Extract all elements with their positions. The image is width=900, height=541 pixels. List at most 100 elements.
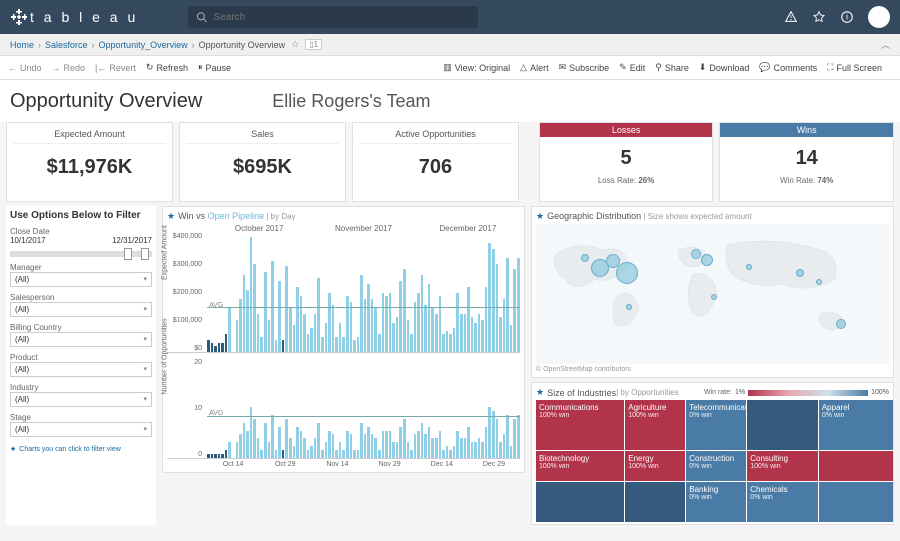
bar[interactable] [253,419,256,458]
bar[interactable] [300,431,303,458]
bar[interactable] [385,296,388,352]
bar[interactable] [278,281,281,352]
treemap-cell[interactable] [819,482,893,522]
bar[interactable] [481,442,484,458]
kpi-sales[interactable]: Sales $695K [179,122,346,202]
bar[interactable] [353,450,356,458]
bar[interactable] [346,296,349,352]
collapse-icon[interactable]: ︿ [881,38,890,51]
bar[interactable] [296,287,299,352]
bar[interactable] [513,419,516,458]
filter-billing[interactable]: (All)▾ [10,332,152,347]
bar-chart-amount[interactable]: $400,000$300,000$200,000$100,000$0 AVG [167,233,520,353]
bar[interactable] [246,431,249,458]
bar[interactable] [243,275,246,352]
treemap-cell[interactable] [625,482,685,522]
filter-stage[interactable]: (All)▾ [10,422,152,437]
bar[interactable] [385,431,388,458]
bar[interactable] [260,337,263,352]
bar[interactable] [474,323,477,353]
bar[interactable] [467,427,470,458]
treemap-cell[interactable]: Communications100% win [536,400,624,450]
treemap-cell[interactable]: Banking0% win [686,482,746,522]
treemap-cell[interactable]: Agriculture100% win [625,400,685,450]
bar[interactable] [417,293,420,352]
bc-salesforce[interactable]: Salesforce [45,40,88,50]
bar[interactable] [207,454,210,458]
bar[interactable] [371,434,374,458]
bar[interactable] [449,334,452,352]
filter-industry[interactable]: (All)▾ [10,392,152,407]
bar[interactable] [228,308,231,352]
bar[interactable] [325,323,328,353]
treemap-cell[interactable]: Consulting100% win [747,451,818,481]
bar[interactable] [218,454,221,458]
bar[interactable] [506,415,509,458]
bar[interactable] [328,431,331,458]
bar[interactable] [303,438,306,458]
bar[interactable] [350,434,353,458]
bar[interactable] [396,442,399,458]
bar[interactable] [392,442,395,458]
bar[interactable] [407,320,410,352]
bar[interactable] [268,442,271,458]
share-button[interactable]: ⚲ Share [655,62,689,73]
bar[interactable] [275,340,278,352]
bar[interactable] [485,287,488,352]
treemap-cell[interactable]: Telecommunications0% win [686,400,746,450]
treemap-cell[interactable] [819,451,893,481]
bar[interactable] [211,454,214,458]
avatar[interactable] [868,6,890,28]
bar[interactable] [403,269,406,352]
bar[interactable] [360,423,363,458]
bar[interactable] [456,293,459,352]
bar[interactable] [474,442,477,458]
bar[interactable] [346,431,349,458]
bar[interactable] [378,334,381,352]
bar[interactable] [496,419,499,458]
bar[interactable] [478,314,481,352]
bar[interactable] [410,334,413,352]
redo-button[interactable]: → Redo [52,63,86,73]
bar[interactable] [446,331,449,352]
bar[interactable] [357,450,360,458]
treemap-cell[interactable]: Biotechnology100% win [536,451,624,481]
bar[interactable] [275,450,278,458]
bar[interactable] [246,290,249,352]
bar[interactable] [293,446,296,458]
bar[interactable] [321,450,324,458]
bar[interactable] [442,334,445,352]
bar[interactable] [285,266,288,352]
bar[interactable] [428,427,431,458]
bar[interactable] [342,337,345,352]
bar[interactable] [374,438,377,458]
geo-chart[interactable]: ★Geographic Distribution | Size shows ex… [531,206,894,378]
bar[interactable] [335,337,338,352]
treemap-cell[interactable]: Chemicals0% win [747,482,818,522]
bar[interactable] [282,340,285,352]
bar[interactable] [396,317,399,352]
bar[interactable] [214,346,217,352]
bar[interactable] [321,337,324,352]
bar[interactable] [517,415,520,458]
bar[interactable] [510,446,513,458]
undo-button[interactable]: ← Undo [8,63,42,73]
bar[interactable] [485,427,488,458]
bar[interactable] [378,450,381,458]
fullscreen-button[interactable]: ⛶ Full Screen [827,62,882,73]
bar[interactable] [374,308,377,352]
bar[interactable] [492,249,495,352]
bar[interactable] [414,302,417,352]
bar[interactable] [453,446,456,458]
bar[interactable] [325,442,328,458]
kpi-expected[interactable]: Expected Amount $11,976K [6,122,173,202]
bar[interactable] [467,287,470,352]
bar[interactable] [488,243,491,352]
date-slider[interactable] [10,251,152,257]
treemap-cell[interactable] [536,482,624,522]
bar[interactable] [300,296,303,352]
filter-manager[interactable]: (All)▾ [10,272,152,287]
bar[interactable] [328,293,331,352]
treemap[interactable]: Communications100% winAgriculture100% wi… [536,400,889,522]
bc-home[interactable]: Home [10,40,34,50]
